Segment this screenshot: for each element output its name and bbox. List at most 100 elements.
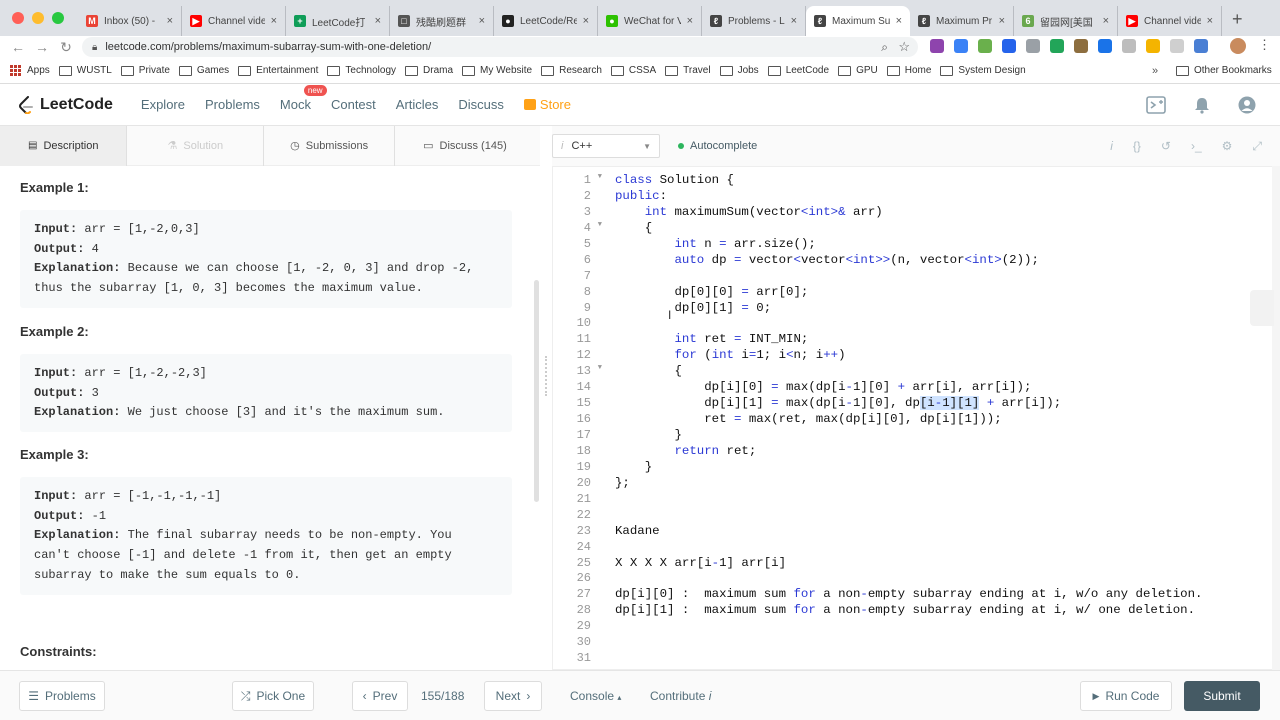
- language-select[interactable]: i C++ ▼: [552, 134, 660, 158]
- tab-close-icon[interactable]: ×: [479, 15, 485, 27]
- extension-circle-icon[interactable]: [1098, 39, 1112, 53]
- run-code-button[interactable]: ▶ Run Code: [1080, 681, 1172, 711]
- close-window-button[interactable]: [12, 12, 24, 24]
- playground-icon[interactable]: [1146, 95, 1166, 114]
- bookmark-item[interactable]: GPU: [838, 65, 887, 76]
- extension-green-icon[interactable]: [1050, 39, 1064, 53]
- browser-tab[interactable]: 6 留园网[美国 ×: [1014, 6, 1118, 36]
- bookmark-item[interactable]: Jobs: [719, 65, 768, 76]
- fold-arrow-icon[interactable]: ▼: [598, 221, 602, 229]
- nav-explore[interactable]: Explore: [141, 97, 185, 112]
- nav-articles[interactable]: Articles: [396, 97, 439, 112]
- browser-tab[interactable]: ▶ Channel vide ×: [182, 6, 286, 36]
- tab-solution[interactable]: ⚗︎ Solution: [127, 125, 265, 166]
- description-scrollbar[interactable]: [534, 280, 539, 502]
- browser-tab[interactable]: ℓ Problems - L ×: [702, 6, 806, 36]
- extension-puzzle-icon[interactable]: [1170, 39, 1184, 53]
- editor-scrollbar-track[interactable]: [1272, 166, 1280, 670]
- extension-cc-icon[interactable]: [1026, 39, 1040, 53]
- bookmark-star-icon[interactable]: ☆: [898, 39, 910, 55]
- tab-submissions[interactable]: ◷ Submissions: [264, 125, 396, 166]
- pick-one-button[interactable]: ⤮ Pick One: [232, 681, 314, 711]
- bookmark-item[interactable]: Travel: [665, 65, 719, 76]
- tab-close-icon[interactable]: ×: [271, 15, 277, 27]
- extension-shield-icon[interactable]: [1002, 39, 1016, 53]
- tab-close-icon[interactable]: ×: [791, 15, 797, 27]
- forward-icon[interactable]: →: [30, 39, 54, 55]
- notification-bell-icon[interactable]: [1194, 96, 1210, 114]
- extension-l-icon[interactable]: [978, 39, 992, 53]
- problems-list-button[interactable]: ☰ Problems: [19, 681, 105, 711]
- bookmark-item[interactable]: Home: [886, 65, 941, 76]
- tab-discuss[interactable]: ▭ Discuss (145): [395, 126, 535, 166]
- browser-tab[interactable]: + LeetCode打 ×: [286, 6, 390, 36]
- extension-pen-icon[interactable]: [930, 39, 944, 53]
- tab-close-icon[interactable]: ×: [687, 15, 693, 27]
- extension-heart-icon[interactable]: [1194, 39, 1208, 53]
- nav-problems[interactable]: Problems: [205, 97, 260, 112]
- bookmark-item[interactable]: Entertainment: [238, 65, 327, 76]
- bookmark-item[interactable]: System Design: [940, 65, 1034, 76]
- tab-close-icon[interactable]: ×: [583, 15, 589, 27]
- bookmark-item[interactable]: Private: [120, 65, 179, 76]
- extension-translate-icon[interactable]: [954, 39, 968, 53]
- nav-mock[interactable]: Mock new: [280, 85, 327, 112]
- back-icon[interactable]: ←: [6, 39, 30, 55]
- prev-button[interactable]: ‹ Prev: [352, 681, 408, 711]
- bookmark-item[interactable]: CSSA: [610, 65, 665, 76]
- reload-icon[interactable]: ↻: [54, 39, 78, 56]
- drag-handle-icon[interactable]: [545, 356, 547, 396]
- browser-tab[interactable]: ● LeetCode/Re ×: [494, 6, 598, 36]
- braces-icon[interactable]: {}: [1133, 139, 1141, 154]
- tab-description[interactable]: ▤ Description: [0, 125, 128, 166]
- browser-tab[interactable]: ▶ Channel vide ×: [1118, 6, 1222, 36]
- nav-discuss[interactable]: Discuss: [458, 97, 504, 112]
- code-area[interactable]: class Solution { public: int maximumSum(…: [615, 173, 1202, 667]
- bookmark-item[interactable]: WUSTL: [58, 65, 121, 76]
- reset-icon[interactable]: ↺: [1161, 139, 1171, 154]
- browser-tab[interactable]: M Inbox (50) - ×: [78, 6, 182, 36]
- tab-close-icon[interactable]: ×: [1103, 15, 1109, 27]
- url-bar[interactable]: 🔒︎ leetcode.com/problems/maximum-subarra…: [82, 37, 918, 57]
- profile-avatar[interactable]: [1230, 38, 1246, 54]
- terminal-icon[interactable]: ›_: [1191, 139, 1202, 154]
- zoom-icon[interactable]: ⌕: [881, 40, 888, 55]
- bookmark-item[interactable]: Games: [178, 65, 238, 76]
- browser-tab[interactable]: ● WeChat for V ×: [598, 6, 702, 36]
- leetcode-logo[interactable]: LeetCode: [18, 95, 113, 114]
- info-icon[interactable]: i: [1110, 139, 1113, 154]
- tab-close-icon[interactable]: ×: [999, 15, 1005, 27]
- bookmark-item[interactable]: Drama: [405, 65, 462, 76]
- maximize-window-button[interactable]: [52, 12, 64, 24]
- autocomplete-toggle[interactable]: Autocomplete: [678, 140, 757, 152]
- browser-tab[interactable]: ℓ Maximum Su ×: [806, 6, 910, 36]
- browser-menu-icon[interactable]: ⋮: [1258, 37, 1271, 53]
- bookmark-item[interactable]: Research: [541, 65, 611, 76]
- code-editor[interactable]: 1 ▼ 2 3 4 ▼ 5 6 7 8 9 10 11 12 13 ▼ 14 15 16 17 18 19 20 21 22 23…: [552, 166, 1272, 670]
- side-panel-toggle[interactable]: [1250, 290, 1274, 326]
- user-account-icon[interactable]: [1238, 96, 1256, 114]
- extension-folder-icon[interactable]: [1146, 39, 1160, 53]
- nav-contest[interactable]: Contest: [331, 97, 376, 112]
- nav-store[interactable]: Store: [523, 97, 571, 112]
- panel-divider[interactable]: [540, 126, 552, 670]
- bookmark-item[interactable]: Technology: [327, 65, 405, 76]
- fullscreen-icon[interactable]: ⤢: [1252, 139, 1262, 154]
- minimize-window-button[interactable]: [32, 12, 44, 24]
- tab-close-icon[interactable]: ×: [896, 15, 902, 27]
- submit-button[interactable]: Submit: [1184, 681, 1260, 711]
- bookmark-item[interactable]: My Website: [462, 65, 541, 76]
- next-button[interactable]: Next ›: [484, 681, 542, 711]
- contribute-button[interactable]: Contribute i: [650, 689, 711, 703]
- tab-close-icon[interactable]: ×: [375, 15, 381, 27]
- url-text[interactable]: leetcode.com/problems/maximum-subarray-s…: [105, 41, 431, 53]
- fold-arrow-icon[interactable]: ▼: [598, 173, 602, 181]
- new-tab-button[interactable]: +: [1222, 9, 1243, 36]
- other-bookmarks[interactable]: Other Bookmarks: [1176, 65, 1272, 76]
- bookmark-item[interactable]: Apps: [0, 64, 59, 77]
- browser-tab[interactable]: ℓ Maximum Pr ×: [910, 6, 1014, 36]
- settings-gear-icon[interactable]: ⚙︎: [1222, 139, 1233, 154]
- tab-close-icon[interactable]: ×: [167, 15, 173, 27]
- bookmarks-more-icon[interactable]: »: [1152, 65, 1158, 77]
- extension-book-icon[interactable]: [1074, 39, 1088, 53]
